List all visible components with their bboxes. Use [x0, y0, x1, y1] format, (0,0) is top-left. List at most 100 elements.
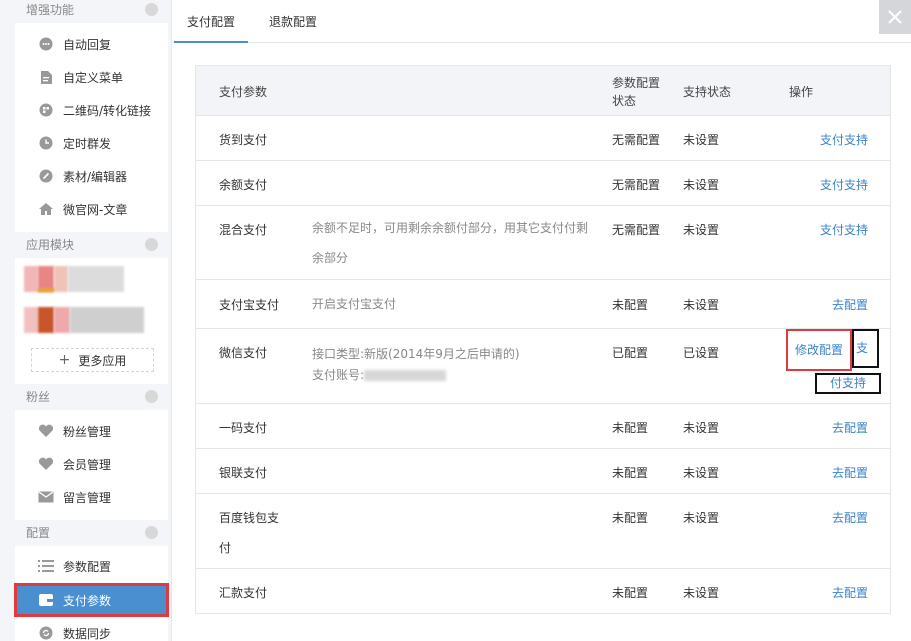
cell-desc-line2: 余部分 [312, 251, 349, 265]
cell-config: 已配置 [612, 346, 649, 360]
table-row: 汇款支付 未配置 未设置 去配置 [196, 568, 890, 613]
cell-support: 已设置 [683, 346, 720, 360]
section-config-label: 配置 [26, 526, 51, 540]
cell-support: 未设置 [683, 223, 720, 237]
sidebar-item-params[interactable]: 参数配置 [15, 550, 168, 582]
cell-support: 未设置 [683, 511, 720, 525]
payment-support-link[interactable]: 支付支持 [820, 131, 868, 148]
table-row: 货到支付 无需配置 未设置 支付支持 [196, 115, 890, 160]
sidebar-item-label: 素材/编辑器 [63, 169, 128, 184]
table-header-row: 支付参数 参数配置 状态 支持状态 操作 [196, 66, 890, 115]
table-row: 支付宝支付 开启支付宝支付 未配置 未设置 去配置 [196, 279, 890, 328]
cell-name: 汇款支付 [219, 586, 268, 600]
collapse-dot-icon[interactable] [145, 238, 158, 251]
sidebar-item-label: 二维码/转化链接 [63, 103, 152, 118]
cell-desc-line1: 余额不足时，可用剩余余额付部分，用其它支付付剩 [312, 221, 589, 235]
header-name: 支付参数 [219, 85, 268, 99]
sidebar-item-label: 参数配置 [63, 559, 112, 574]
sidebar-item-payment-params[interactable]: 支付参数 [14, 583, 169, 617]
section-enhance-label: 增强功能 [26, 3, 75, 17]
sidebar-item-label: 留言管理 [63, 490, 112, 505]
payment-support-link[interactable]: 支付支持 [820, 176, 868, 193]
configure-link[interactable]: 去配置 [832, 464, 868, 481]
cell-desc-line1: 接口类型:新版(2014年9月之后申请的) [312, 347, 520, 361]
sidebar-item-data-sync[interactable]: 数据同步 [15, 617, 168, 641]
sidebar-item-messages[interactable]: 留言管理 [15, 481, 168, 513]
collapse-dot-icon[interactable] [145, 526, 158, 539]
modify-config-link[interactable]: 修改配置 [786, 329, 852, 371]
sidebar-item-label: 会员管理 [63, 457, 112, 472]
section-apps-label: 应用模块 [26, 238, 75, 252]
section-fans: 粉丝 [15, 384, 168, 410]
section-fans-label: 粉丝 [26, 390, 51, 404]
section-apps: 应用模块 [15, 232, 168, 258]
configure-link[interactable]: 去配置 [832, 509, 868, 526]
cell-config: 无需配置 [612, 178, 661, 192]
payment-table: 支付参数 参数配置 状态 支持状态 操作 货到支付 无需配置 未设置 支付支持 … [195, 65, 891, 614]
cell-support: 未设置 [683, 466, 720, 480]
cell-name: 支付宝支付 [219, 298, 280, 312]
close-button[interactable] [879, 0, 911, 34]
qrcode-icon [38, 102, 54, 118]
sidebar-item-label: 粉丝管理 [63, 424, 112, 439]
pencil-icon [38, 168, 54, 184]
heart-icon [38, 456, 54, 472]
payment-support-link-part2[interactable]: 付支持 [815, 373, 881, 394]
payment-support-link[interactable]: 支付支持 [820, 221, 868, 238]
cell-config: 未配置 [612, 298, 649, 312]
cell-name: 货到支付 [219, 133, 268, 147]
sidebar-item-auto-reply[interactable]: 自动回复 [15, 28, 168, 60]
cell-config: 未配置 [612, 511, 649, 525]
cell-name: 微信支付 [219, 346, 268, 360]
cell-config: 未配置 [612, 466, 649, 480]
section-enhance: 增强功能 [15, 0, 168, 23]
cell-support: 未设置 [683, 178, 720, 192]
cell-name: 一码支付 [219, 421, 268, 435]
cell-support: 未设置 [683, 133, 720, 147]
table-row: 百度钱包支 付 未配置 未设置 去配置 [196, 493, 890, 568]
sidebar-item-scheduled-send[interactable]: 定时群发 [15, 127, 168, 159]
document-edit-icon [38, 69, 54, 85]
wallet-icon [38, 592, 54, 608]
cell-config: 未配置 [612, 421, 649, 435]
tab-refund-config[interactable]: 退款配置 [256, 0, 330, 43]
blurred-app-1[interactable] [24, 266, 142, 292]
tab-bar: 支付配置 退款配置 [172, 0, 911, 43]
tab-payment-config[interactable]: 支付配置 [174, 0, 248, 43]
cell-support: 未设置 [683, 586, 720, 600]
chat-bubble-icon [38, 36, 54, 52]
cell-name-line1: 百度钱包支 [219, 511, 280, 525]
plus-icon: + [58, 352, 71, 368]
sidebar-item-members[interactable]: 会员管理 [15, 448, 168, 480]
cell-config: 无需配置 [612, 223, 661, 237]
cell-support: 未设置 [683, 298, 720, 312]
envelope-icon [38, 489, 54, 505]
configure-link[interactable]: 去配置 [832, 419, 868, 436]
sidebar-item-label: 数据同步 [63, 626, 112, 641]
sidebar-item-materials[interactable]: 素材/编辑器 [15, 160, 168, 192]
blurred-app-2[interactable] [24, 307, 146, 333]
clock-icon [38, 135, 54, 151]
heart-icon [38, 423, 54, 439]
header-support-status: 支持状态 [683, 85, 732, 99]
table-row: 银联支付 未配置 未设置 去配置 [196, 448, 890, 493]
more-apps-button[interactable]: + 更多应用 [31, 348, 154, 372]
sidebar-item-label: 定时群发 [63, 136, 112, 151]
sidebar: 增强功能 自动回复 自定义菜单 二维码/转化链接 定时群发 素材/编辑器 微官网… [0, 0, 172, 641]
sidebar-item-qrcode[interactable]: 二维码/转化链接 [15, 94, 168, 126]
collapse-dot-icon[interactable] [145, 390, 158, 403]
collapse-dot-icon[interactable] [145, 3, 158, 16]
cell-name: 银联支付 [219, 466, 268, 480]
header-config-status-1: 参数配置 [612, 76, 661, 90]
table-row: 微信支付 接口类型:新版(2014年9月之后申请的) 支付账号: 已配置 已设置… [196, 328, 890, 403]
configure-link[interactable]: 去配置 [832, 584, 868, 601]
table-row: 混合支付 余额不足时，可用剩余余额付部分，用其它支付付剩 余部分 无需配置 未设… [196, 205, 890, 279]
configure-link[interactable]: 去配置 [832, 296, 868, 313]
sidebar-item-custom-menu[interactable]: 自定义菜单 [15, 61, 168, 93]
sidebar-item-label: 支付参数 [63, 593, 112, 608]
payment-support-link-part1[interactable]: 支 [852, 329, 879, 368]
sidebar-item-microsite[interactable]: 微官网-文章 [15, 193, 168, 225]
sidebar-item-fans[interactable]: 粉丝管理 [15, 415, 168, 447]
list-icon [38, 558, 54, 574]
account-label: 支付账号: [312, 368, 365, 382]
